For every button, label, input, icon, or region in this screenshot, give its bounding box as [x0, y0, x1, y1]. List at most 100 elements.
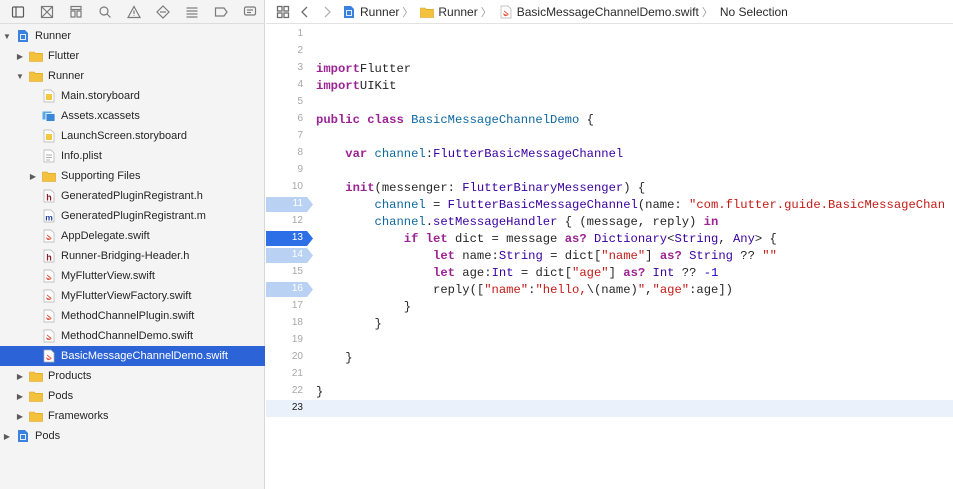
code-line[interactable]: 23 [266, 400, 953, 417]
file-tree-row[interactable]: h Runner-Bridging-Header.h [0, 246, 265, 266]
find-icon[interactable] [90, 1, 119, 23]
code-token: setMessageHandler [433, 214, 558, 229]
breadcrumb-item[interactable]: No Selection [720, 5, 788, 19]
code-line[interactable]: 4 importUIKit [266, 77, 953, 94]
breadcrumb-item[interactable]: Runner [420, 5, 478, 19]
issue-icon[interactable] [119, 1, 148, 23]
breadcrumb-item[interactable]: BasicMessageChannelDemo.swift [499, 5, 699, 19]
line-gutter[interactable]: 3 [266, 60, 316, 77]
breakpoint-active-icon[interactable] [266, 231, 313, 246]
disclosure-open-icon[interactable]: ▼ [2, 31, 12, 41]
file-tree-row[interactable]: ▼ Runner [0, 26, 265, 46]
disclosure-open-icon[interactable]: ▼ [15, 71, 25, 81]
disclosure-closed-icon[interactable]: ▶ [28, 171, 38, 181]
disclosure-closed-icon[interactable]: ▶ [2, 431, 12, 441]
line-gutter[interactable]: 22 [266, 383, 316, 400]
code-line[interactable]: 15 let age:Int = dict["age"] as? Int ?? … [266, 264, 953, 281]
code-line[interactable]: 19 [266, 332, 953, 349]
file-tree-row[interactable]: Assets.xcassets [0, 106, 265, 126]
code-line[interactable]: 21 [266, 366, 953, 383]
line-gutter[interactable]: 5 [266, 94, 316, 111]
line-gutter[interactable]: 12 [266, 213, 316, 230]
line-gutter[interactable]: 18 [266, 315, 316, 332]
line-gutter[interactable]: 14 [266, 247, 316, 264]
disclosure-closed-icon[interactable]: ▶ [15, 411, 25, 421]
code-line[interactable]: 12 channel.setMessageHandler { (message,… [266, 213, 953, 230]
code-line[interactable]: 11 channel = FlutterBasicMessageChannel(… [266, 196, 953, 213]
line-gutter[interactable]: 1 [266, 26, 316, 43]
line-gutter[interactable]: 21 [266, 366, 316, 383]
code-line[interactable]: 6 public class BasicMessageChannelDemo { [266, 111, 953, 128]
code-line[interactable]: 10 init(messenger: FlutterBinaryMessenge… [266, 179, 953, 196]
code-line[interactable]: 13 if let dict = message as? Dictionary<… [266, 230, 953, 247]
file-tree-row[interactable]: ▶ Pods [0, 386, 265, 406]
line-gutter[interactable]: 10 [266, 179, 316, 196]
line-gutter[interactable]: 19 [266, 332, 316, 349]
file-tree-row[interactable]: h GeneratedPluginRegistrant.h [0, 186, 265, 206]
file-tree-row[interactable]: ▶ Pods [0, 426, 265, 446]
line-gutter[interactable]: 15 [266, 264, 316, 281]
file-tree-label: MyFlutterView.swift [61, 270, 155, 282]
code-line[interactable]: 18 } [266, 315, 953, 332]
code-line[interactable]: 14 let name:String = dict["name"] as? St… [266, 247, 953, 264]
report-icon[interactable] [235, 1, 264, 23]
source-control-icon[interactable] [32, 1, 61, 23]
debug-icon[interactable] [177, 1, 206, 23]
line-gutter[interactable]: 8 [266, 145, 316, 162]
file-tree-row[interactable]: ▶ Frameworks [0, 406, 265, 426]
breadcrumb-item[interactable]: Runner [342, 5, 399, 19]
disclosure-closed-icon[interactable]: ▶ [15, 371, 25, 381]
code-line[interactable]: 1 [266, 26, 953, 43]
breakpoint-disabled-icon[interactable] [266, 197, 313, 212]
related-items-icon[interactable] [272, 1, 294, 23]
code-line[interactable]: 3 importFlutter [266, 60, 953, 77]
line-gutter[interactable]: 9 [266, 162, 316, 179]
breakpoint-icon[interactable] [206, 1, 235, 23]
line-gutter[interactable]: 6 [266, 111, 316, 128]
file-tree-row[interactable]: ▶ Supporting Files [0, 166, 265, 186]
symbol-navigator-icon[interactable] [61, 1, 90, 23]
line-gutter[interactable]: 13 [266, 230, 316, 247]
code-line[interactable]: 7 [266, 128, 953, 145]
line-gutter[interactable]: 23 [266, 400, 316, 417]
line-gutter[interactable]: 4 [266, 77, 316, 94]
line-gutter[interactable]: 17 [266, 298, 316, 315]
code-line[interactable]: 16 reply(["name":"hello,\(name)","age":a… [266, 281, 953, 298]
file-tree-row[interactable]: LaunchScreen.storyboard [0, 126, 265, 146]
back-arrow-icon[interactable] [294, 1, 316, 23]
code-line[interactable]: 2 [266, 43, 953, 60]
file-tree-row[interactable]: MethodChannelDemo.swift [0, 326, 265, 346]
file-tree-row[interactable]: ▶ Products [0, 366, 265, 386]
code-line[interactable]: 22} [266, 383, 953, 400]
disclosure-closed-icon[interactable]: ▶ [15, 51, 25, 61]
breakpoint-disabled-icon[interactable] [266, 248, 313, 263]
forward-arrow-icon[interactable] [316, 1, 338, 23]
file-tree-row[interactable]: ▶ Flutter [0, 46, 265, 66]
file-tree-row[interactable]: m GeneratedPluginRegistrant.m [0, 206, 265, 226]
code-line[interactable]: 8 var channel:FlutterBasicMessageChannel [266, 145, 953, 162]
code-line[interactable]: 20 } [266, 349, 953, 366]
file-tree-row[interactable]: MyFlutterView.swift [0, 266, 265, 286]
breakpoint-disabled-icon[interactable] [266, 282, 313, 297]
line-gutter[interactable]: 2 [266, 43, 316, 60]
code-line[interactable]: 5 [266, 94, 953, 111]
code-line[interactable]: 17 } [266, 298, 953, 315]
file-tree-row[interactable]: ▼ Runner [0, 66, 265, 86]
code-area[interactable]: 1 2 3 importFlutter 4 importUIKit 5 6 public cla… [266, 26, 953, 417]
disclosure-closed-icon[interactable]: ▶ [15, 391, 25, 401]
file-tree-row[interactable]: AppDelegate.swift [0, 226, 265, 246]
file-tree-label: MethodChannelDemo.swift [61, 330, 194, 342]
file-tree-row[interactable]: MyFlutterViewFactory.swift [0, 286, 265, 306]
line-gutter[interactable]: 11 [266, 196, 316, 213]
file-tree-row[interactable]: BasicMessageChannelDemo.swift [0, 346, 265, 366]
line-gutter[interactable]: 16 [266, 281, 316, 298]
line-gutter[interactable]: 7 [266, 128, 316, 145]
code-line[interactable]: 9 [266, 162, 953, 179]
project-navigator-icon[interactable] [3, 1, 32, 23]
test-icon[interactable] [148, 1, 177, 23]
line-gutter[interactable]: 20 [266, 349, 316, 366]
file-tree-row[interactable]: MethodChannelPlugin.swift [0, 306, 265, 326]
file-tree-row[interactable]: Main.storyboard [0, 86, 265, 106]
file-tree-row[interactable]: Info.plist [0, 146, 265, 166]
